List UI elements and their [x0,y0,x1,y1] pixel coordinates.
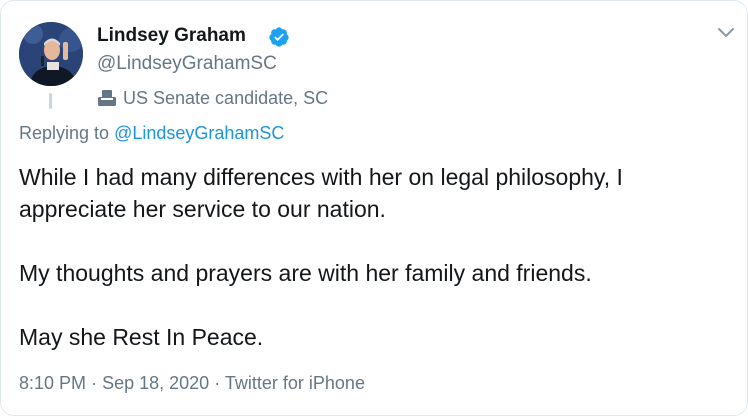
tweet-paragraph: May she Rest In Peace. [19,324,264,350]
author-handle[interactable]: @LindseyGrahamSC [97,53,277,75]
thread-line [49,93,52,109]
tweet-paragraph: While I had many differences with her on… [19,164,623,222]
replying-to: Replying to @LindseyGrahamSC [19,123,284,144]
replying-to-mention[interactable]: @LindseyGrahamSC [114,123,284,143]
tweet-paragraph: My thoughts and prayers are with her fam… [19,260,592,286]
meta-separator: · [214,373,221,393]
meta-separator: · [91,373,98,393]
tweet-date[interactable]: Sep 18, 2020 [102,373,209,393]
verified-badge-icon [269,27,289,47]
replying-to-prefix: Replying to [19,123,110,143]
account-label: US Senate candidate, SC [97,87,328,109]
chevron-down-icon[interactable] [717,25,735,39]
ballot-box-icon [98,90,116,106]
tweet-text: While I had many differences with her on… [19,161,731,353]
tweet-time[interactable]: 8:10 PM [19,373,86,393]
avatar[interactable] [19,22,83,86]
tweet-card: Lindsey Graham @LindseyGrahamSC US Senat… [0,0,748,416]
avatar-image [19,22,83,86]
author-name[interactable]: Lindsey Graham [97,25,246,47]
account-label-text: US Senate candidate, SC [123,87,329,108]
tweet-source[interactable]: Twitter for iPhone [225,373,365,393]
tweet-meta: 8:10 PM · Sep 18, 2020 · Twitter for iPh… [19,373,365,394]
